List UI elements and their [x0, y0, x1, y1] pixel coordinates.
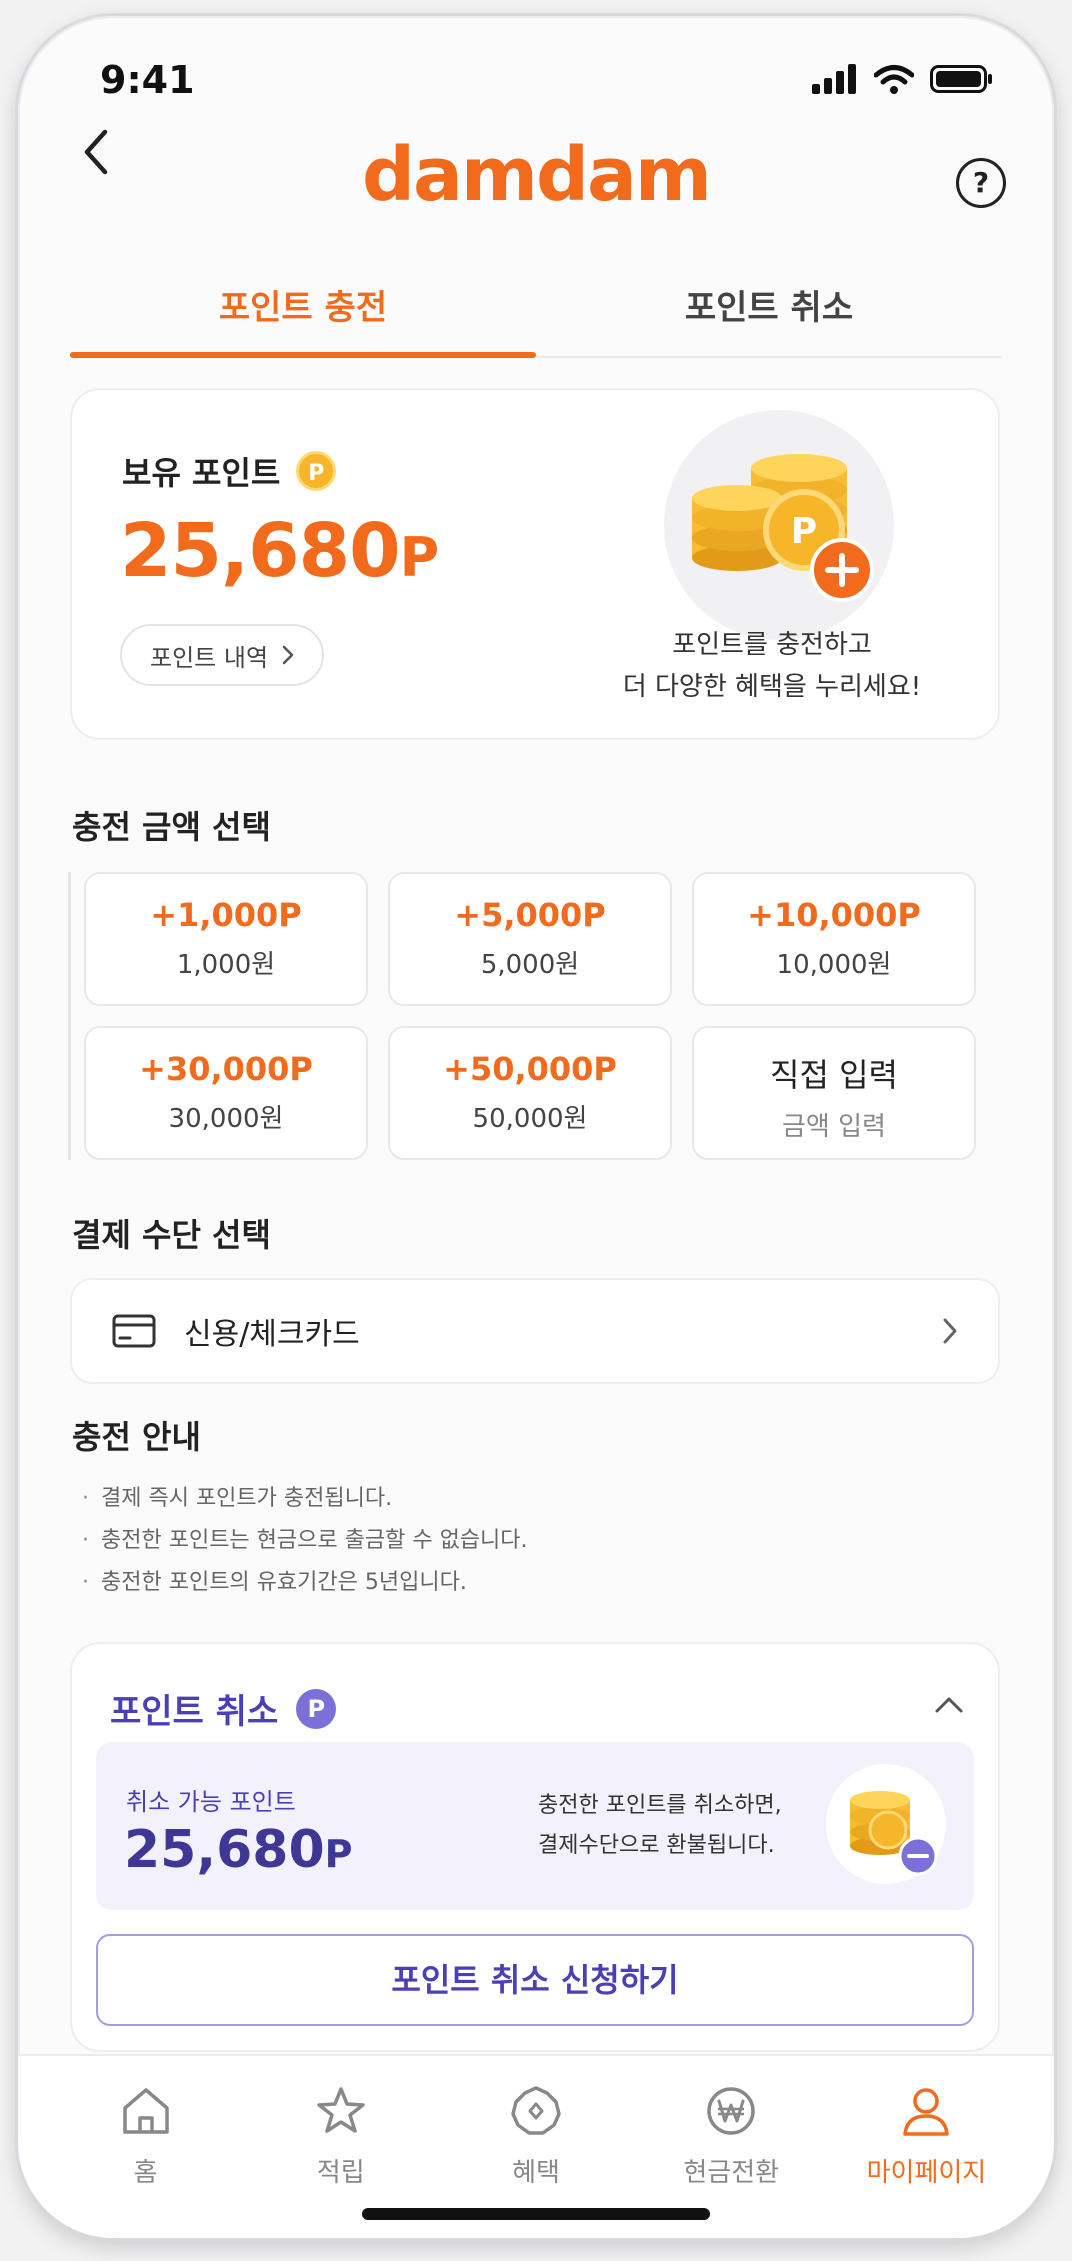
star-icon	[317, 2087, 365, 2133]
amount-option-30000[interactable]: +30,000P 30,000원	[84, 1026, 368, 1160]
amount-price: 30,000원	[168, 1104, 284, 1134]
amount-option-5000[interactable]: +5,000P 5,000원	[388, 872, 672, 1006]
person-icon	[903, 2088, 950, 2136]
point-cancel-title: 포인트 취소	[110, 1692, 279, 1732]
nav-label: 적립	[316, 2158, 365, 2188]
balance-card: 보유 포인트 P 25,680P 포인트 내역 P 포인트를 충전하고 더 다양…	[70, 388, 1000, 740]
home-icon	[122, 2088, 169, 2134]
phone-screen: 9:41 damdam ? 포인트 충전 포인트 취소 보유 포인트 P 25,…	[18, 16, 1054, 2238]
point-history-button[interactable]: 포인트 내역	[120, 624, 325, 686]
payment-section-title: 결제 수단 선택	[72, 1216, 271, 1254]
nav-label: 홈	[133, 2158, 158, 2188]
status-icons	[812, 60, 994, 94]
coins-add-icon: P	[664, 410, 894, 640]
guide-section-title: 충전 안내	[72, 1418, 201, 1456]
signal-icon	[812, 64, 856, 94]
cancel-description: 충전한 포인트를 취소하면, 결제수단으로 환불됩니다.	[538, 1786, 782, 1866]
tab-point-charge[interactable]: 포인트 충전	[70, 272, 536, 358]
amount-points: +30,000P	[139, 1050, 313, 1088]
home-indicator	[362, 2208, 710, 2220]
point-cancel-card: 포인트 취소 P 취소 가능 포인트 25,680P 충전한 포인트를 취소하면…	[70, 1642, 1000, 2052]
nav-label: 혜택	[512, 2158, 560, 2188]
guide-item: 결제 즉시 포인트가 충전됩니다.	[82, 1478, 528, 1520]
point-badge-icon: P	[296, 1688, 337, 1729]
cancel-desc-line-2: 결제수단으로 환불됩니다.	[538, 1833, 775, 1858]
promo-text: 포인트를 충전하고 더 다양한 혜택을 누리세요!	[572, 624, 972, 708]
svg-text:P: P	[791, 511, 817, 552]
charge-section-title: 충전 금액 선택	[72, 808, 271, 846]
amount-price: 1,000원	[176, 950, 276, 980]
custom-amount-label: 직접 입력	[770, 1056, 898, 1094]
amount-points: +50,000P	[443, 1050, 617, 1088]
battery-icon	[930, 65, 992, 93]
status-time: 9:41	[100, 58, 195, 102]
amount-option-custom[interactable]: 직접 입력 금액 입력	[692, 1026, 976, 1160]
tab-bar: 포인트 충전 포인트 취소	[70, 272, 1002, 358]
amount-grid: +1,000P 1,000원 +5,000P 5,000원 +10,000P 1…	[68, 872, 1004, 1160]
chevron-right-icon	[943, 1318, 957, 1344]
amount-price: 50,000원	[472, 1104, 588, 1134]
benefit-icon	[511, 2086, 561, 2135]
amount-price: 10,000원	[776, 950, 892, 980]
amount-points: +10,000P	[747, 896, 921, 934]
cancel-desc-line-1: 충전한 포인트를 취소하면,	[538, 1793, 782, 1818]
amount-points: +1,000P	[150, 896, 302, 934]
tab-point-cancel[interactable]: 포인트 취소	[536, 272, 1002, 356]
amount-option-50000[interactable]: +50,000P 50,000원	[388, 1026, 672, 1160]
balance-amount-unit: P	[399, 526, 440, 589]
guide-list: 결제 즉시 포인트가 충전됩니다. 충전한 포인트는 현금으로 출금할 수 없습…	[82, 1478, 528, 1604]
point-cancel-request-button[interactable]: 포인트 취소 신청하기	[96, 1934, 974, 2026]
amount-option-1000[interactable]: +1,000P 1,000원	[84, 872, 368, 1006]
amount-price: 5,000원	[480, 950, 580, 980]
balance-amount-value: 25,680	[120, 508, 401, 594]
custom-amount-placeholder: 금액 입력	[782, 1112, 886, 1142]
amount-points: +5,000P	[454, 896, 606, 934]
payment-method-selector[interactable]: 신용/체크카드	[70, 1278, 1000, 1384]
point-badge-icon: P	[296, 451, 337, 491]
cancelable-points-label: 취소 가능 포인트	[126, 1788, 296, 1816]
balance-label: 보유 포인트	[122, 454, 281, 492]
amount-option-10000[interactable]: +10,000P 10,000원	[692, 872, 976, 1006]
cancelable-points-panel: 취소 가능 포인트 25,680P 충전한 포인트를 취소하면, 결제수단으로 …	[96, 1742, 974, 1910]
coins-minus-icon	[826, 1764, 946, 1884]
guide-item: 충전한 포인트의 유효기간은 5년입니다.	[82, 1562, 528, 1604]
balance-amount: 25,680P	[120, 508, 440, 594]
promo-line-1: 포인트를 충전하고	[672, 630, 872, 660]
nav-item-home[interactable]: 홈	[48, 2056, 243, 2238]
payment-method-label: 신용/체크카드	[184, 1317, 360, 1352]
app-logo: damdam	[361, 132, 712, 218]
point-cancel-header[interactable]: 포인트 취소 P	[110, 1684, 337, 1733]
promo-line-2: 더 다양한 혜택을 누리세요!	[622, 672, 922, 702]
credit-card-icon	[112, 1314, 156, 1348]
chevron-up-icon[interactable]	[934, 1696, 964, 1714]
cancelable-points-unit: P	[324, 1832, 353, 1876]
point-history-label: 포인트 내역	[150, 643, 269, 672]
won-icon	[707, 2087, 755, 2135]
chevron-right-icon	[282, 645, 294, 665]
help-button[interactable]: ?	[956, 158, 1006, 208]
nav-label: 마이페이지	[866, 2158, 987, 2188]
wifi-icon	[874, 65, 914, 94]
nav-item-mypage[interactable]: 마이페이지	[829, 2056, 1024, 2238]
balance-label-row: 보유 포인트 P	[122, 448, 337, 494]
cancelable-points-amount: 25,680P	[124, 1820, 353, 1880]
guide-item: 충전한 포인트는 현금으로 출금할 수 없습니다.	[82, 1520, 528, 1562]
nav-label: 현금전환	[683, 2158, 780, 2188]
cancelable-points-value: 25,680	[124, 1820, 325, 1880]
